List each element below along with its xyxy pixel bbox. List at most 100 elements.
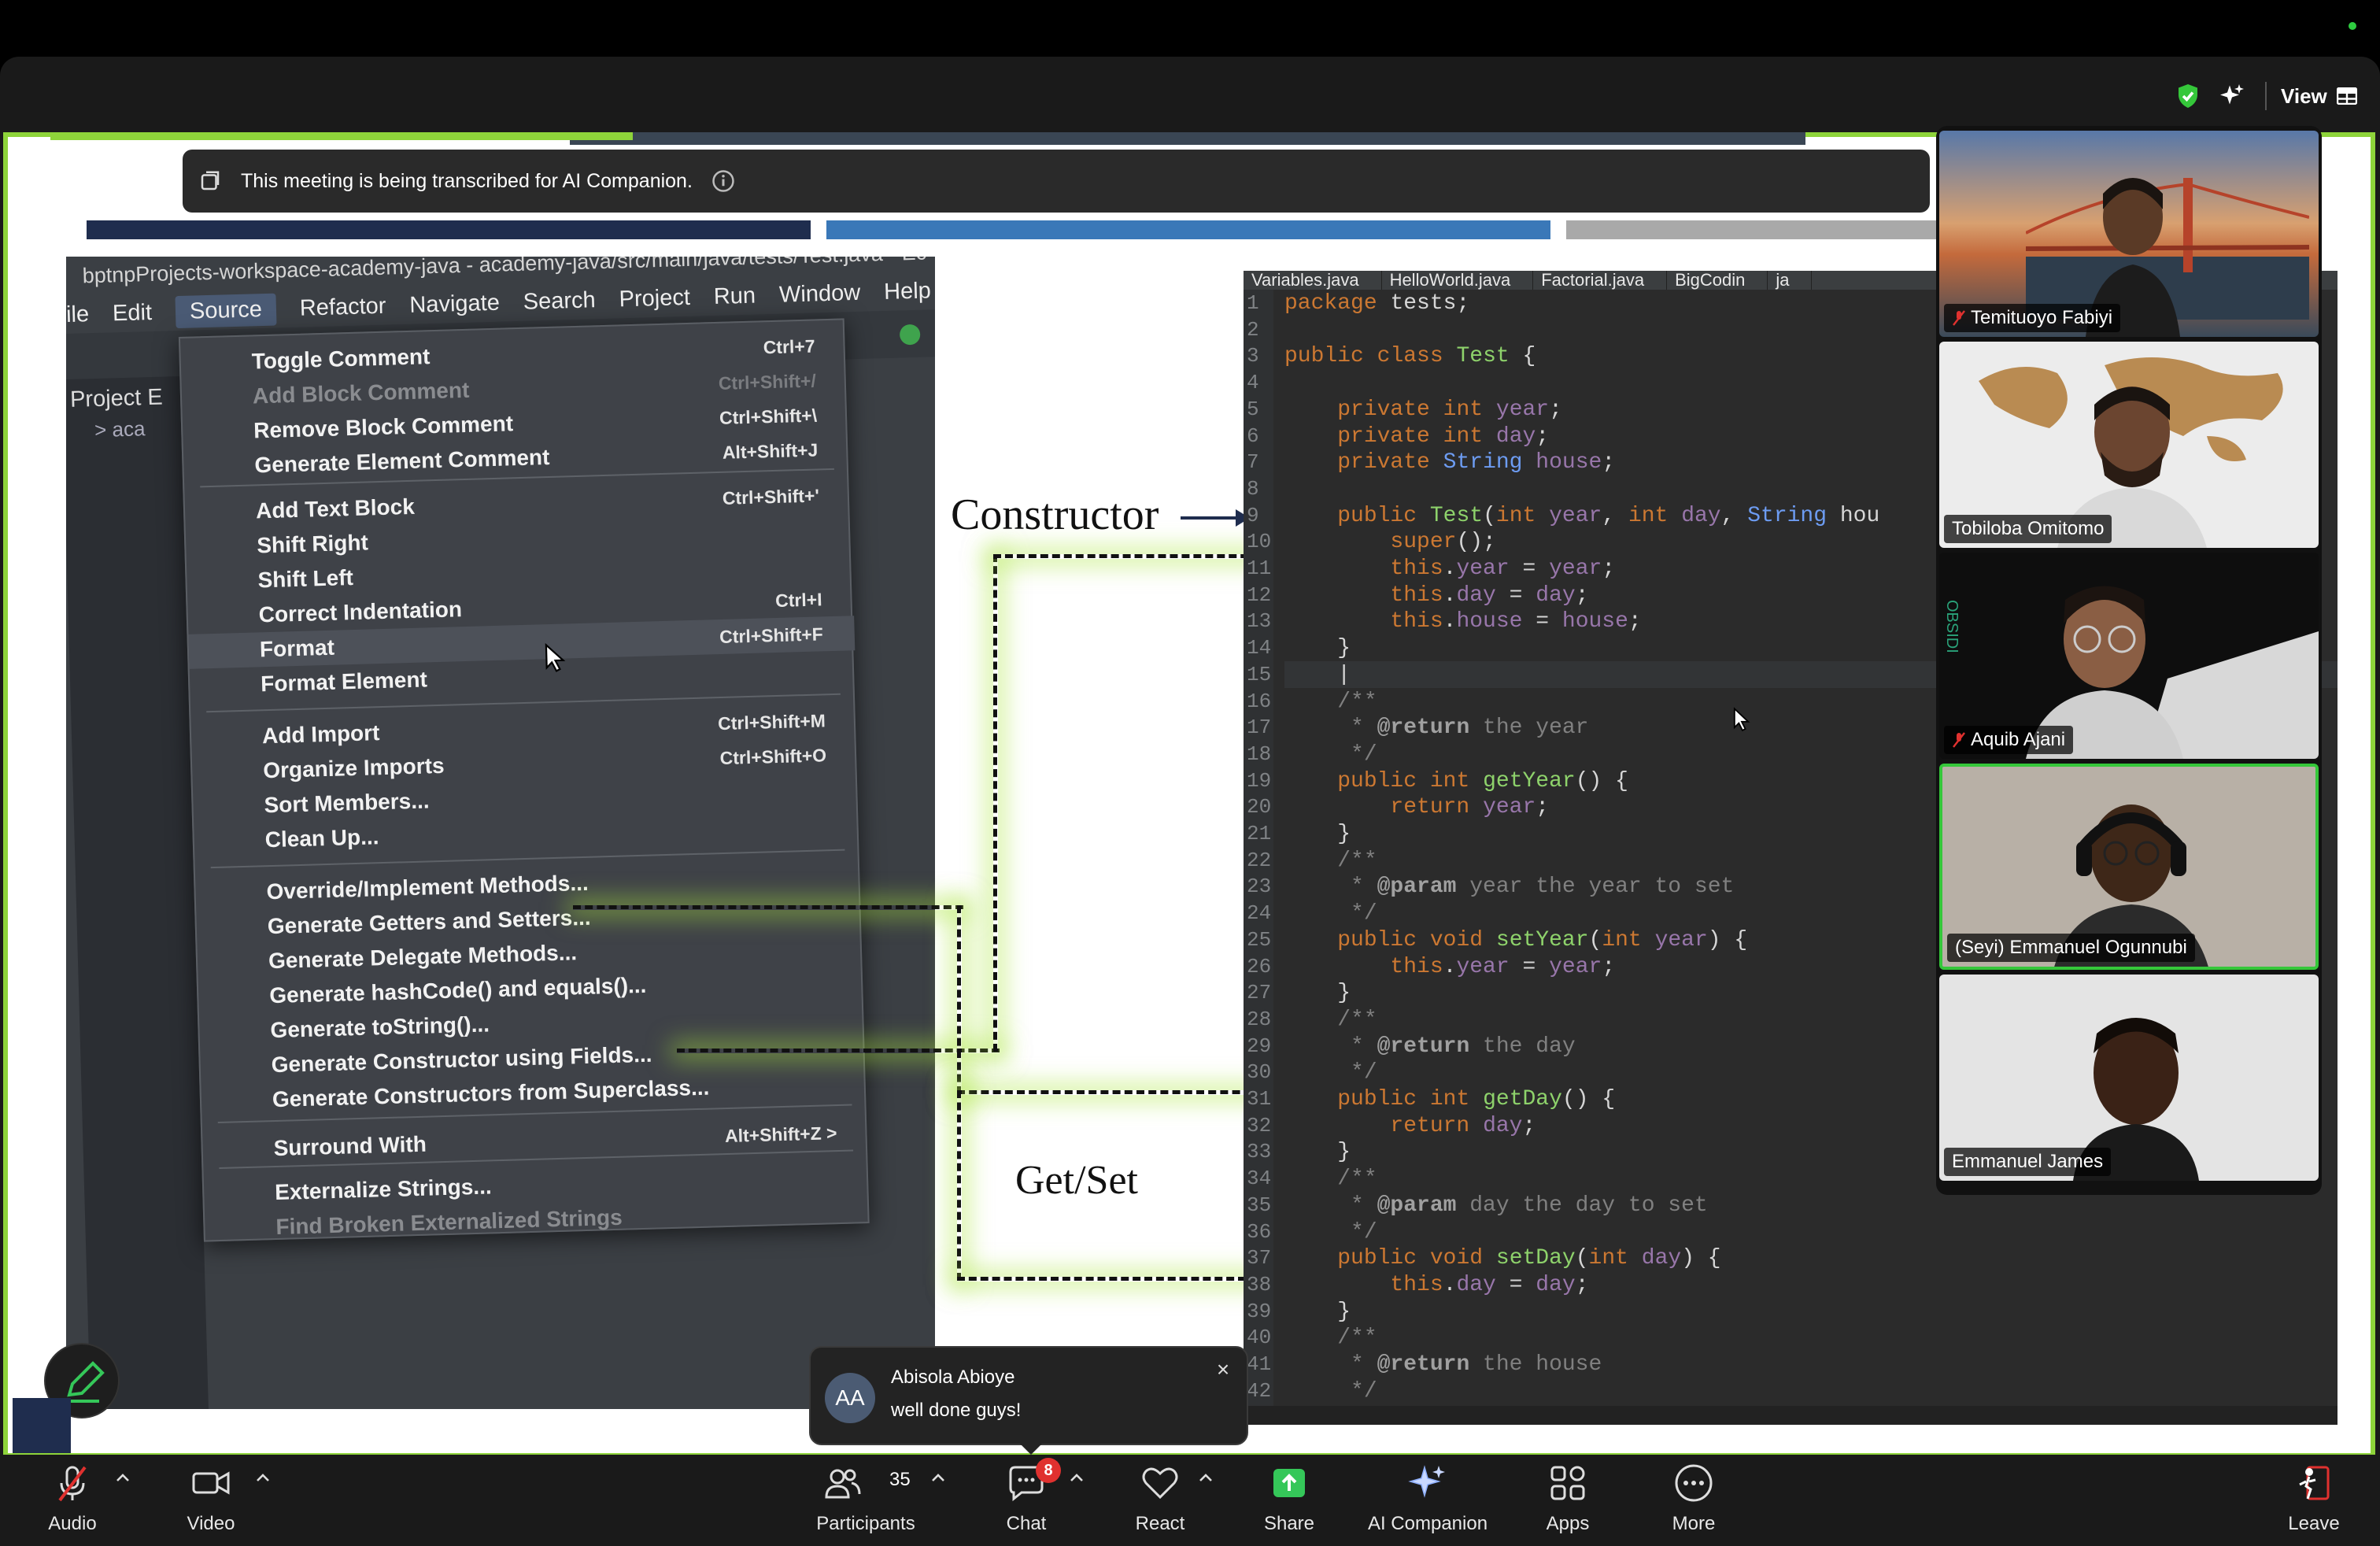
- info-icon[interactable]: [711, 169, 735, 193]
- menu-item-label: Generate toString()...: [270, 1012, 490, 1043]
- editor-tab[interactable]: Variables.java: [1244, 271, 1382, 290]
- share-button[interactable]: Share: [1256, 1461, 1322, 1540]
- chevron-up-icon[interactable]: [1196, 1469, 1215, 1488]
- dashed-connector: [677, 1049, 1000, 1053]
- code-line: public class Test {: [1284, 344, 1536, 369]
- transcription-banner: This meeting is being transcribed for AI…: [183, 150, 1930, 213]
- video-tile-active-speaker[interactable]: (Seyi) Emmanuel Ogunnubi: [1939, 764, 2319, 970]
- chevron-up-icon[interactable]: [1067, 1469, 1086, 1488]
- menu-item-label: Shift Left: [257, 564, 354, 593]
- apps-button[interactable]: Apps: [1535, 1461, 1601, 1540]
- svg-text:OBSIDI: OBSIDI: [1943, 600, 1961, 653]
- code-line: * @param year the year to set: [1284, 875, 1735, 900]
- line-number: 24: [1247, 901, 1272, 926]
- line-number: 11: [1247, 557, 1272, 580]
- project-explorer-title: Project E: [69, 384, 164, 412]
- eclipse-menu-source[interactable]: Source: [175, 293, 277, 328]
- code-line: return day;: [1390, 1113, 1536, 1138]
- eclipse-menu-run[interactable]: Run: [713, 283, 756, 309]
- eclipse-menu-window[interactable]: Window: [779, 279, 861, 308]
- line-number: 5: [1247, 397, 1259, 421]
- video-button[interactable]: Video: [178, 1461, 244, 1540]
- horizontal-scrollbar[interactable]: [1244, 1406, 2338, 1425]
- line-number: 1: [1247, 291, 1259, 315]
- eclipse-menu-edit[interactable]: Edit: [113, 299, 153, 326]
- eclipse-menu-refactor[interactable]: Refactor: [299, 293, 386, 321]
- code-line: super();: [1390, 530, 1496, 555]
- eclipse-photo: bptnpProjects-workspace-academy-java - a…: [66, 257, 935, 1409]
- view-button[interactable]: View: [2281, 77, 2357, 115]
- video-tile[interactable]: OBSIDI Aquib Ajani: [1939, 553, 2319, 759]
- line-number: 13: [1247, 609, 1272, 634]
- line-number: 21: [1247, 822, 1272, 845]
- menu-item-label: Generate hashCode() and equals()...: [268, 972, 647, 1008]
- participant-name: Emmanuel James: [1944, 1148, 2112, 1176]
- constructor-label: Constructor: [951, 490, 1159, 539]
- menu-item-label: Find Broken Externalized Strings: [275, 1204, 623, 1240]
- line-number: 27: [1247, 981, 1272, 1005]
- more-button[interactable]: More: [1661, 1461, 1727, 1540]
- eclipse-menu-navigate[interactable]: Navigate: [409, 290, 500, 318]
- close-icon[interactable]: ×: [1212, 1359, 1234, 1381]
- share-progress-track: [570, 132, 1805, 145]
- code-line: this.house = house;: [1390, 609, 1642, 634]
- leave-button[interactable]: Leave: [2281, 1461, 2347, 1540]
- code-line: /**: [1284, 1007, 1377, 1032]
- video-tile[interactable]: Tobiloba Omitomo: [1939, 342, 2319, 548]
- ai-sparkle-icon[interactable]: [2218, 82, 2246, 110]
- menu-item-shortcut: Ctrl+I: [774, 588, 822, 611]
- line-number: 9: [1247, 503, 1259, 527]
- chevron-up-icon[interactable]: [113, 1469, 132, 1488]
- video-tile[interactable]: Temituoyo Fabiyi: [1939, 131, 2319, 337]
- menu-item-shortcut: Ctrl+7: [763, 335, 815, 357]
- line-number: 19: [1247, 768, 1272, 793]
- code-line: this.day = day;: [1390, 583, 1589, 608]
- audio-label: Audio: [48, 1513, 97, 1534]
- menu-item-shortcut: Ctrl+Shift+': [722, 484, 820, 509]
- shield-check-icon[interactable]: [2174, 82, 2202, 110]
- editor-tab[interactable]: ja: [1768, 271, 1813, 290]
- ai-companion-label: AI Companion: [1367, 1513, 1488, 1534]
- menu-item-label: Add Import: [261, 720, 380, 749]
- menu-item-label: Format: [259, 634, 335, 662]
- chat-notification[interactable]: AA Abisola Abioye well done guys! ×: [809, 1346, 1248, 1445]
- line-number: 31: [1247, 1087, 1272, 1111]
- code-line: return year;: [1390, 795, 1550, 820]
- mouse-cursor-icon: [545, 642, 566, 672]
- editor-tab[interactable]: BigCodin: [1667, 271, 1768, 290]
- line-number: 17: [1247, 716, 1272, 740]
- eclipse-menu-search[interactable]: Search: [523, 287, 596, 316]
- menu-item-label: Format Element: [260, 667, 428, 697]
- run-icon[interactable]: [899, 324, 921, 346]
- chevron-up-icon[interactable]: [929, 1469, 948, 1488]
- code-line: */: [1284, 1378, 1377, 1404]
- code-line: }: [1284, 1299, 1351, 1324]
- editor-tab[interactable]: Factorial.java: [1533, 271, 1668, 290]
- mic-muted-icon: [58, 1466, 87, 1502]
- line-number: 2: [1247, 317, 1259, 342]
- chat-label: Chat: [1006, 1513, 1047, 1534]
- code-line: * @return the year: [1284, 716, 1589, 741]
- constructor-arrow: [1181, 516, 1244, 520]
- dashed-connector: [573, 905, 963, 910]
- slide-corner-accent: [13, 1398, 71, 1453]
- eclipse-menu-ile[interactable]: ile: [66, 301, 90, 328]
- share-screen-icon: [1273, 1469, 1305, 1497]
- eclipse-menu-project[interactable]: Project: [619, 284, 690, 313]
- editor-tab[interactable]: HelloWorld.java: [1382, 271, 1534, 290]
- share-label: Share: [1263, 1513, 1315, 1534]
- video-tile[interactable]: Emmanuel James: [1939, 975, 2319, 1181]
- audio-button[interactable]: Audio: [39, 1461, 105, 1540]
- menu-item-label: Generate Constructor using Fields...: [271, 1041, 652, 1078]
- menu-item-shortcut: Ctrl+Shift+M: [717, 709, 826, 734]
- participant-name: Temituoyo Fabiyi: [1944, 304, 2121, 332]
- react-button[interactable]: React: [1127, 1461, 1193, 1540]
- line-number: 4: [1247, 371, 1259, 395]
- react-label: React: [1135, 1513, 1185, 1534]
- chevron-up-icon[interactable]: [253, 1469, 272, 1488]
- getset-label: Get/Set: [1015, 1158, 1138, 1203]
- participants-count: 35: [889, 1469, 911, 1490]
- eclipse-menu-help[interactable]: Help: [884, 278, 932, 305]
- ai-companion-button[interactable]: AI Companion: [1355, 1461, 1500, 1540]
- line-number: 6: [1247, 423, 1259, 448]
